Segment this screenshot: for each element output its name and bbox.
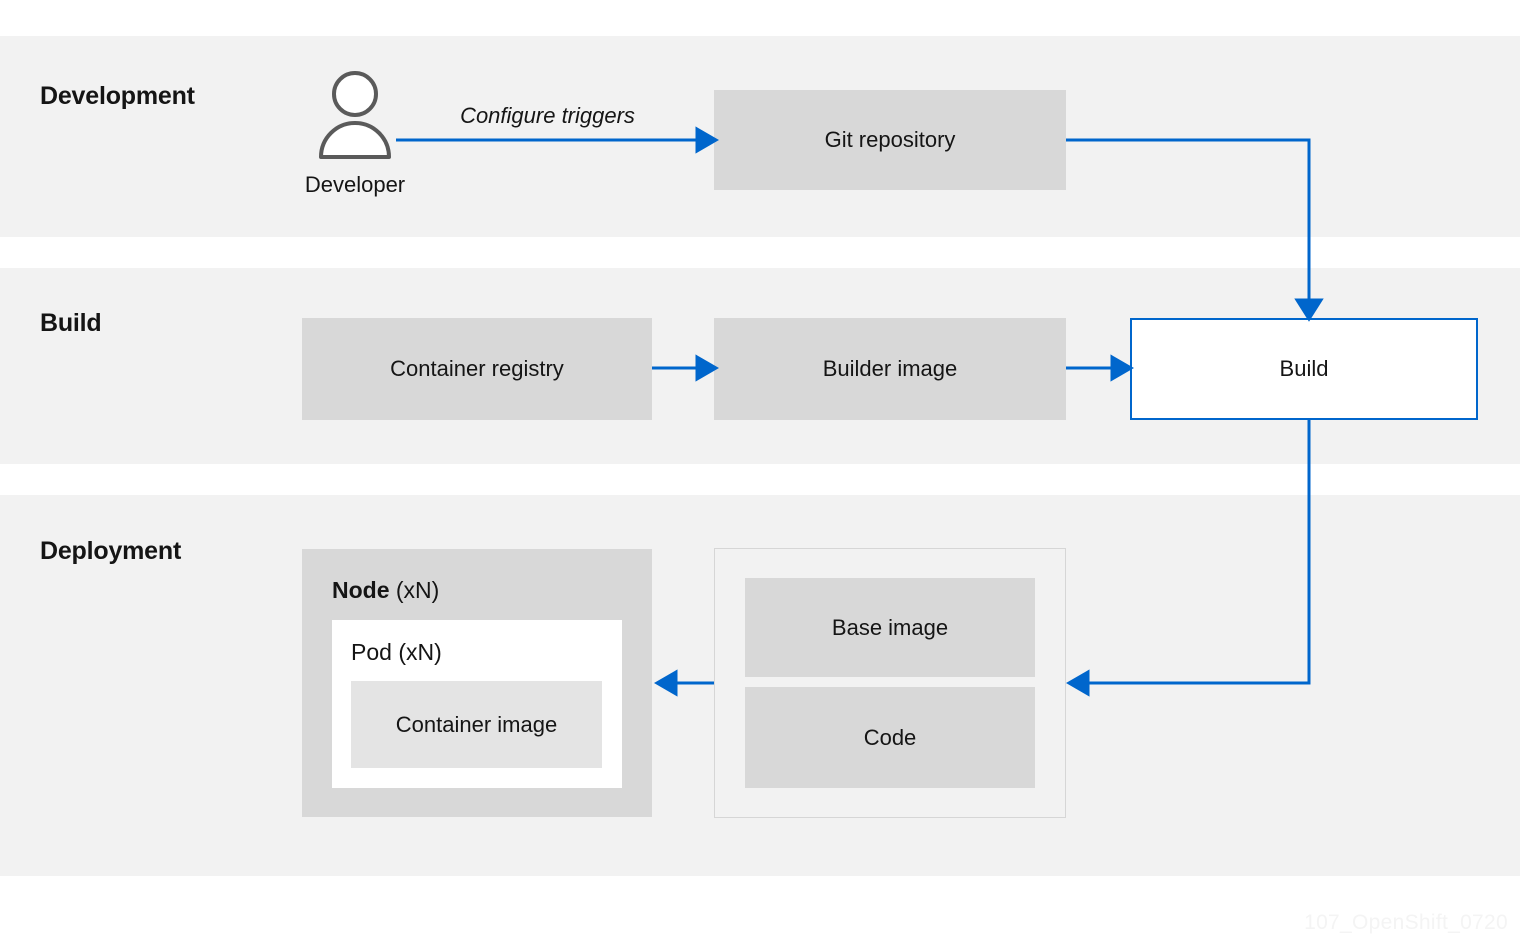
container-image-label: Container image [395, 711, 558, 737]
watermark: 107_OpenShift_0720 [1304, 911, 1508, 934]
person-icon [315, 68, 395, 160]
builder-image-box: Builder image [714, 318, 1066, 420]
node-label: Node (xN) [332, 577, 439, 604]
container-registry-label: Container registry [390, 356, 564, 381]
code-box: Code [745, 687, 1035, 788]
band-title-build: Build [40, 309, 102, 337]
base-image-label: Base image [831, 614, 949, 640]
pod-label: Pod (xN) [351, 639, 442, 665]
build-box: Build [1130, 318, 1478, 420]
node-multiplier-text: (xN) [389, 577, 440, 603]
git-repository-label: Git repository [824, 127, 956, 152]
band-title-development: Development [40, 82, 195, 110]
base-image-box: Base image [745, 578, 1035, 677]
configure-triggers-label: Configure triggers [460, 103, 635, 128]
git-repository-box: Git repository [714, 90, 1066, 190]
band-title-deployment: Deployment [40, 537, 182, 565]
developer-label: Developer [304, 172, 406, 197]
node-label-text: Node [332, 577, 390, 603]
code-label: Code [863, 724, 917, 750]
build-label: Build [1279, 356, 1329, 381]
pipeline-diagram: Development Build Deployment Developer C… [0, 0, 1520, 949]
container-registry-box: Container registry [302, 318, 652, 420]
builder-image-label: Builder image [822, 356, 958, 381]
container-image-box: Container image [351, 681, 602, 768]
